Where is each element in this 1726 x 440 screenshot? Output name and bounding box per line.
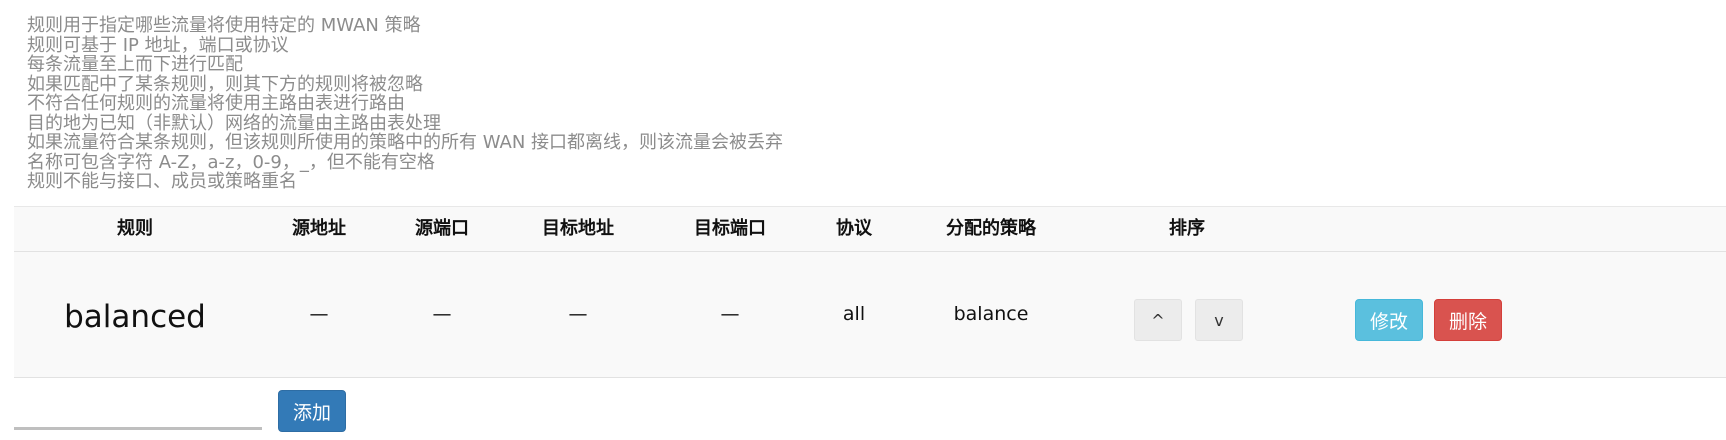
header-dest-ip: 目标地址 [542, 218, 614, 239]
add-button[interactable]: 添加 [278, 390, 346, 432]
move-up-button[interactable]: ^ [1134, 299, 1182, 341]
rules-description: 规则用于指定哪些流量将使用特定的 MWAN 策略 规则可基于 IP 地址，端口或… [27, 16, 783, 192]
description-line: 不符合任何规则的流量将使用主路由表进行路由 [27, 93, 405, 114]
description-line: 如果流量符合某条规则，但该规则所使用的策略中的所有 WAN 接口都离线，则该流量… [27, 132, 784, 153]
rule-proto: all [842, 303, 866, 325]
description-line: 目的地为已知（非默认）网络的流量由主路由表处理 [27, 112, 441, 134]
header-dest-port: 目标端口 [694, 218, 766, 239]
mwan-rules-page: 规则用于指定哪些流量将使用特定的 MWAN 策略 规则可基于 IP 地址，端口或… [0, 0, 1726, 440]
table-row: balanced — — — — all balance ^ v 修改 删除 [14, 252, 1726, 378]
rule-dest-port: — [720, 303, 740, 325]
rule-dest-ip: — [568, 303, 588, 325]
delete-button[interactable]: 删除 [1434, 299, 1502, 341]
move-down-button[interactable]: v [1195, 299, 1243, 341]
description-line: 规则用于指定哪些流量将使用特定的 MWAN 策略 [27, 15, 421, 36]
rule-policy: balance [953, 303, 1029, 325]
header-policy: 分配的策略 [946, 218, 1036, 239]
description-line: 规则不能与接口、成员或策略重名 [27, 171, 297, 192]
header-proto: 协议 [836, 218, 872, 239]
header-sort: 排序 [1169, 218, 1205, 239]
description-line: 如果匹配中了某条规则，则其下方的规则将被忽略 [27, 73, 423, 95]
rule-src-ip: — [309, 303, 329, 325]
table-header: 规则 源地址 源端口 目标地址 目标端口 协议 分配的策略 排序 [14, 207, 1726, 252]
description-line: 规则可基于 IP 地址，端口或协议 [27, 34, 289, 56]
header-src-ip: 源地址 [292, 218, 346, 239]
edit-button[interactable]: 修改 [1355, 299, 1423, 341]
new-rule-name-input[interactable] [14, 388, 262, 430]
header-rule: 规则 [117, 218, 153, 239]
rule-src-port: — [432, 303, 452, 325]
header-src-port: 源端口 [415, 218, 469, 239]
description-line: 每条流量至上而下进行匹配 [27, 54, 243, 75]
chevron-down-icon: v [1214, 310, 1224, 330]
rule-name: balanced [64, 299, 206, 335]
rules-table: 规则 源地址 源端口 目标地址 目标端口 协议 分配的策略 排序 balance… [14, 206, 1726, 378]
description-line: 名称可包含字符 A-Z，a-z，0-9，_，但不能有空格 [27, 151, 435, 173]
chevron-up-icon: ^ [1151, 310, 1165, 330]
